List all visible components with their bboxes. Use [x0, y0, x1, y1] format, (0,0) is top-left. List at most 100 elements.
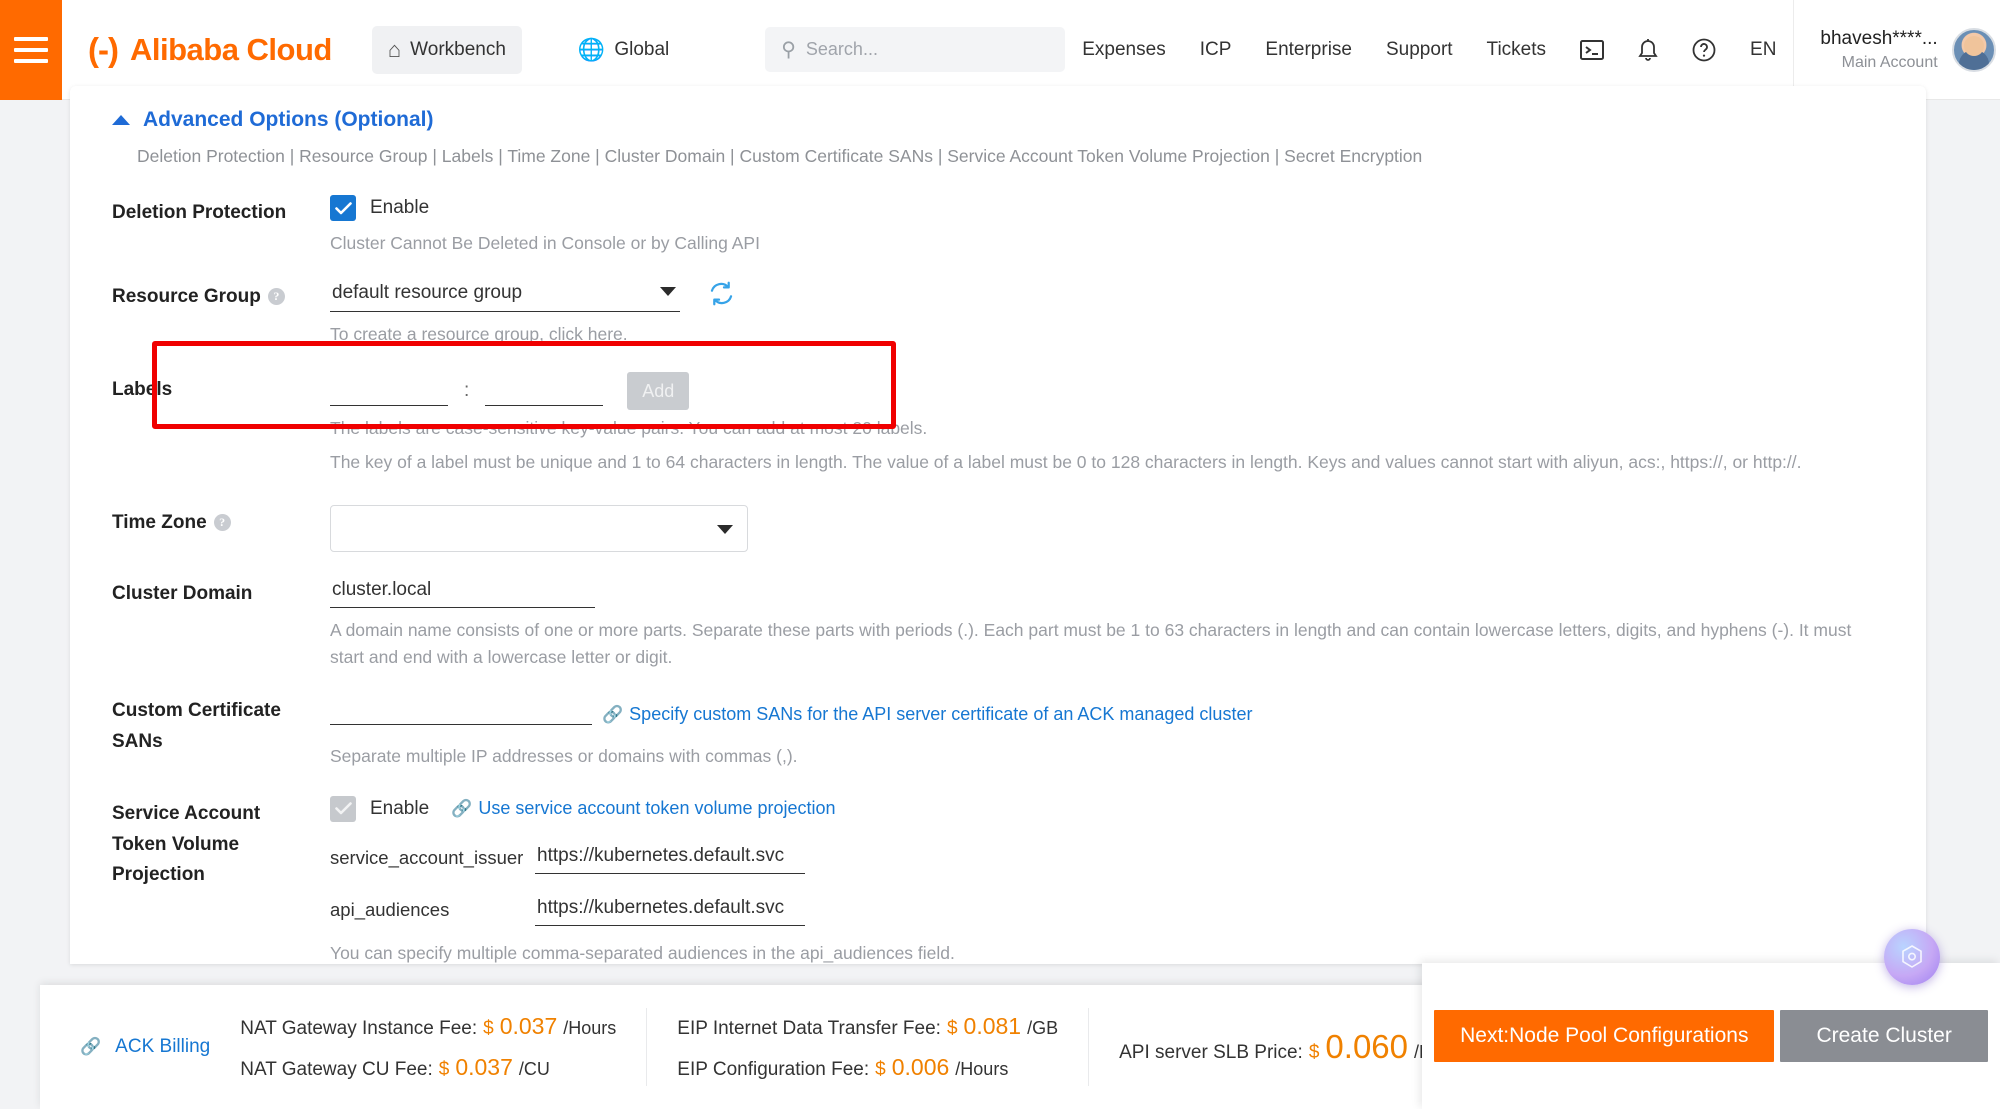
link-icon: 🔗 [80, 1037, 101, 1057]
nav-language[interactable]: EN [1733, 39, 1793, 61]
link-icon: 🔗 [602, 705, 623, 724]
service-account-doc-link-text: Use service account token volume project… [478, 798, 835, 818]
nav-workbench-label: Workbench [410, 39, 506, 61]
service-account-hint: You can specify multiple comma-separated… [330, 940, 1886, 964]
account-role: Main Account [1842, 52, 1938, 74]
account-name: bhavesh****... [1820, 26, 1937, 52]
fee-amount: 0.037 [500, 1013, 558, 1040]
home-icon: ⌂ [388, 39, 401, 61]
terminal-icon[interactable] [1563, 38, 1621, 62]
time-zone-label-text: Time Zone [112, 512, 207, 533]
help-tooltip-icon[interactable]: ? [214, 514, 231, 531]
resource-group-selected-value: default resource group [332, 282, 522, 304]
fee-line: EIP Internet Data Transfer Fee: $ 0.081 … [677, 1013, 1058, 1040]
fee-currency: $ [1309, 1042, 1320, 1064]
help-icon[interactable] [1675, 37, 1733, 63]
advanced-options-subtitle: Deletion Protection | Resource Group | L… [137, 146, 1886, 167]
chevron-up-icon [112, 115, 130, 125]
custom-cert-sans-doc-link[interactable]: 🔗Specify custom SANs for the API server … [602, 704, 1252, 725]
chevron-down-icon [660, 287, 676, 296]
advanced-options-toggle[interactable]: Advanced Options (Optional) [112, 108, 1886, 132]
deletion-protection-row: Deletion Protection Enable Cluster Canno… [112, 195, 1886, 257]
nav-support[interactable]: Support [1369, 39, 1470, 61]
fee-line: API server SLB Price: $ 0.060 /Hours [1119, 1028, 1467, 1066]
resource-group-field: default resource group To create a resou… [330, 279, 1886, 348]
label-value-input[interactable] [485, 374, 603, 406]
fee-unit: /CU [519, 1059, 550, 1080]
next-node-pool-configurations-button[interactable]: Next:Node Pool Configurations [1434, 1010, 1774, 1062]
custom-cert-sans-field: 🔗Specify custom SANs for the API server … [330, 693, 1886, 770]
fee-amount: 0.006 [892, 1054, 950, 1081]
custom-cert-sans-input[interactable] [330, 693, 592, 725]
api-audiences-key: api_audiences [330, 899, 535, 926]
check-icon [335, 802, 352, 815]
globe-icon: 🌐 [578, 39, 605, 61]
cluster-config-card: Advanced Options (Optional) Deletion Pro… [70, 86, 1926, 964]
fee-amount: 0.037 [455, 1054, 513, 1081]
header-right-nav: Expenses ICP Enterprise Support Tickets [1065, 0, 2000, 99]
nav-expenses[interactable]: Expenses [1065, 39, 1182, 61]
refresh-icon[interactable] [708, 280, 735, 311]
search-icon: ⚲ [781, 37, 796, 62]
add-label-button[interactable]: Add [627, 372, 689, 410]
service-account-issuer-key: service_account_issuer [330, 847, 535, 874]
time-zone-label: Time Zone? [112, 505, 330, 539]
brand-logo[interactable]: (-) Alibaba Cloud [88, 31, 332, 69]
create-cluster-button[interactable]: Create Cluster [1780, 1010, 1987, 1062]
account-menu[interactable]: bhavesh****... Main Account [1793, 0, 2000, 99]
fee-label: API server SLB Price: [1119, 1042, 1303, 1064]
help-tooltip-icon[interactable]: ? [268, 288, 285, 305]
assistant-bubble-icon[interactable] [1884, 929, 1940, 985]
fee-amount: 0.060 [1325, 1028, 1408, 1066]
terminal-glyph [1579, 38, 1605, 62]
fee-label: NAT Gateway CU Fee: [240, 1059, 433, 1081]
service-account-row: Service Account Token Volume Projection … [112, 796, 1886, 964]
nav-global[interactable]: 🌐 Global [562, 26, 685, 74]
nav-enterprise[interactable]: Enterprise [1248, 39, 1369, 61]
fee-line: NAT Gateway Instance Fee: $ 0.037 /Hours [240, 1013, 616, 1040]
resource-group-control: default resource group [330, 279, 1886, 312]
labels-input-line: : Add [330, 372, 1886, 406]
avatar[interactable] [1952, 28, 1996, 72]
ack-billing-link[interactable]: 🔗 ACK Billing [80, 1036, 210, 1058]
assistant-glyph [1896, 941, 1928, 973]
nav-tickets[interactable]: Tickets [1470, 39, 1563, 61]
nav-workbench[interactable]: ⌂ Workbench [372, 26, 522, 74]
custom-cert-sans-label-line1: Custom Certificate [112, 696, 330, 727]
label-key-input[interactable] [330, 374, 448, 406]
custom-cert-sans-label: Custom Certificate SANs [112, 693, 330, 758]
resource-group-select[interactable]: default resource group [330, 279, 680, 312]
alibaba-cloud-mark-icon: (-) [88, 31, 118, 69]
bell-icon[interactable] [1621, 37, 1675, 62]
fee-line: EIP Configuration Fee: $ 0.006 /Hours [677, 1054, 1058, 1081]
nav-icp[interactable]: ICP [1183, 39, 1249, 61]
search-input[interactable]: ⚲ Search... [765, 27, 1065, 72]
custom-cert-sans-input-line: 🔗Specify custom SANs for the API server … [330, 693, 1886, 725]
custom-cert-sans-row: Custom Certificate SANs 🔗Specify custom … [112, 693, 1886, 770]
resource-group-label-text: Resource Group [112, 286, 261, 307]
deletion-protection-checkbox[interactable] [330, 195, 356, 221]
cluster-domain-input[interactable] [330, 576, 595, 608]
labels-label: Labels [112, 372, 330, 406]
service-account-label-line2: Token Volume [112, 830, 330, 861]
cluster-domain-label: Cluster Domain [112, 576, 330, 610]
api-audiences-input[interactable] [535, 894, 805, 926]
deletion-protection-hint: Cluster Cannot Be Deleted in Console or … [330, 230, 1886, 257]
service-account-enable-label: Enable [370, 798, 429, 820]
deletion-protection-field: Enable Cluster Cannot Be Deleted in Cons… [330, 195, 1886, 257]
chevron-down-icon [717, 525, 733, 534]
time-zone-select[interactable] [330, 505, 748, 552]
time-zone-row: Time Zone? [112, 505, 1886, 552]
labels-hint-1: The labels are case-sensitive key-value … [330, 415, 1886, 442]
search-placeholder: Search... [806, 39, 878, 60]
hamburger-icon[interactable] [0, 0, 62, 100]
service-account-doc-link[interactable]: 🔗Use service account token volume projec… [451, 798, 835, 819]
nav-global-label: Global [614, 39, 669, 61]
service-account-label-line1: Service Account [112, 799, 330, 830]
service-account-label: Service Account Token Volume Projection [112, 796, 330, 891]
service-account-issuer-input[interactable] [535, 842, 805, 874]
fee-amount: 0.081 [964, 1013, 1022, 1040]
ack-billing-label: ACK Billing [115, 1036, 210, 1058]
fee-currency: $ [875, 1059, 886, 1081]
labels-row: Labels : Add The labels are case-sensiti… [112, 372, 1886, 476]
